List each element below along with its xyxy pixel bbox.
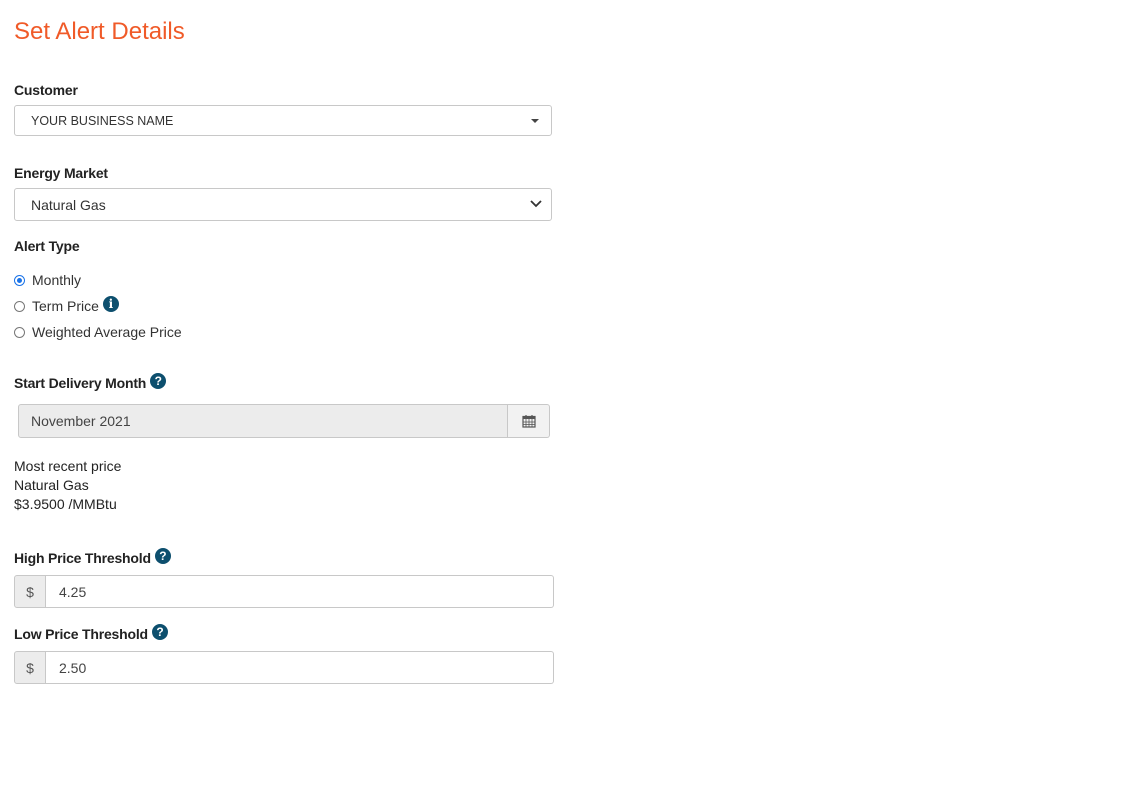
energy-market-selected-value: Natural Gas bbox=[31, 196, 106, 213]
low-threshold-input[interactable]: 2.50 bbox=[46, 651, 554, 684]
radio-button[interactable] bbox=[14, 300, 25, 312]
alert-type-label-text: Alert Type bbox=[14, 238, 80, 254]
customer-label-text: Customer bbox=[14, 82, 78, 98]
low-threshold-value: 2.50 bbox=[59, 659, 87, 676]
caret-down-icon bbox=[531, 118, 539, 123]
page-title: Set Alert Details bbox=[14, 18, 185, 45]
energy-market-select[interactable]: Natural Gas bbox=[14, 188, 552, 221]
help-icon[interactable]: ? bbox=[151, 624, 168, 640]
info-icon[interactable]: i bbox=[102, 296, 119, 312]
start-delivery-label: Start Delivery Month ? bbox=[14, 373, 167, 391]
high-threshold-value: 4.25 bbox=[59, 583, 87, 600]
currency-addon: $ bbox=[14, 651, 46, 684]
radio-monthly[interactable]: Monthly bbox=[14, 272, 81, 288]
high-threshold-input[interactable]: 4.25 bbox=[46, 575, 554, 608]
recent-price-market: Natural Gas bbox=[14, 477, 89, 493]
customer-label: Customer bbox=[14, 82, 78, 98]
start-delivery-label-text: Start Delivery Month bbox=[14, 375, 147, 391]
high-threshold-label-text: High Price Threshold bbox=[14, 550, 151, 566]
radio-label: Monthly bbox=[32, 272, 82, 288]
chevron-down-icon bbox=[530, 200, 542, 208]
recent-price-value: $3.9500 /MMBtu bbox=[14, 496, 117, 512]
customer-selected-value: YOUR BUSINESS NAME bbox=[31, 113, 174, 128]
radio-weighted-average-price[interactable]: Weighted Average Price bbox=[14, 324, 182, 340]
radio-button[interactable] bbox=[14, 326, 25, 338]
energy-market-label-text: Energy Market bbox=[14, 165, 108, 181]
customer-select[interactable]: YOUR BUSINESS NAME bbox=[14, 105, 552, 136]
start-delivery-input[interactable]: November 2021 bbox=[18, 404, 508, 438]
radio-label: Term Price bbox=[32, 298, 99, 314]
high-threshold-field[interactable]: $ 4.25 bbox=[14, 575, 554, 608]
help-icon[interactable]: ? bbox=[150, 373, 167, 389]
start-delivery-value: November 2021 bbox=[31, 413, 131, 429]
currency-addon: $ bbox=[14, 575, 46, 608]
radio-term-price[interactable]: Term Price i bbox=[14, 296, 119, 314]
low-threshold-label-text: Low Price Threshold bbox=[14, 626, 148, 642]
low-threshold-label: Low Price Threshold ? bbox=[14, 624, 168, 642]
low-threshold-field[interactable]: $ 2.50 bbox=[14, 651, 554, 684]
help-icon[interactable]: ? bbox=[154, 548, 171, 564]
most-recent-price: Most recent price Natural Gas $3.9500 /M… bbox=[14, 457, 121, 514]
high-threshold-label: High Price Threshold ? bbox=[14, 548, 171, 566]
calendar-icon bbox=[521, 415, 536, 428]
radio-label: Weighted Average Price bbox=[32, 324, 182, 340]
recent-price-heading: Most recent price bbox=[14, 458, 122, 474]
calendar-button[interactable] bbox=[508, 404, 550, 438]
alert-type-label: Alert Type bbox=[14, 238, 80, 254]
start-delivery-datepicker[interactable]: November 2021 bbox=[18, 404, 550, 438]
energy-market-label: Energy Market bbox=[14, 165, 108, 181]
radio-button[interactable] bbox=[14, 274, 25, 286]
